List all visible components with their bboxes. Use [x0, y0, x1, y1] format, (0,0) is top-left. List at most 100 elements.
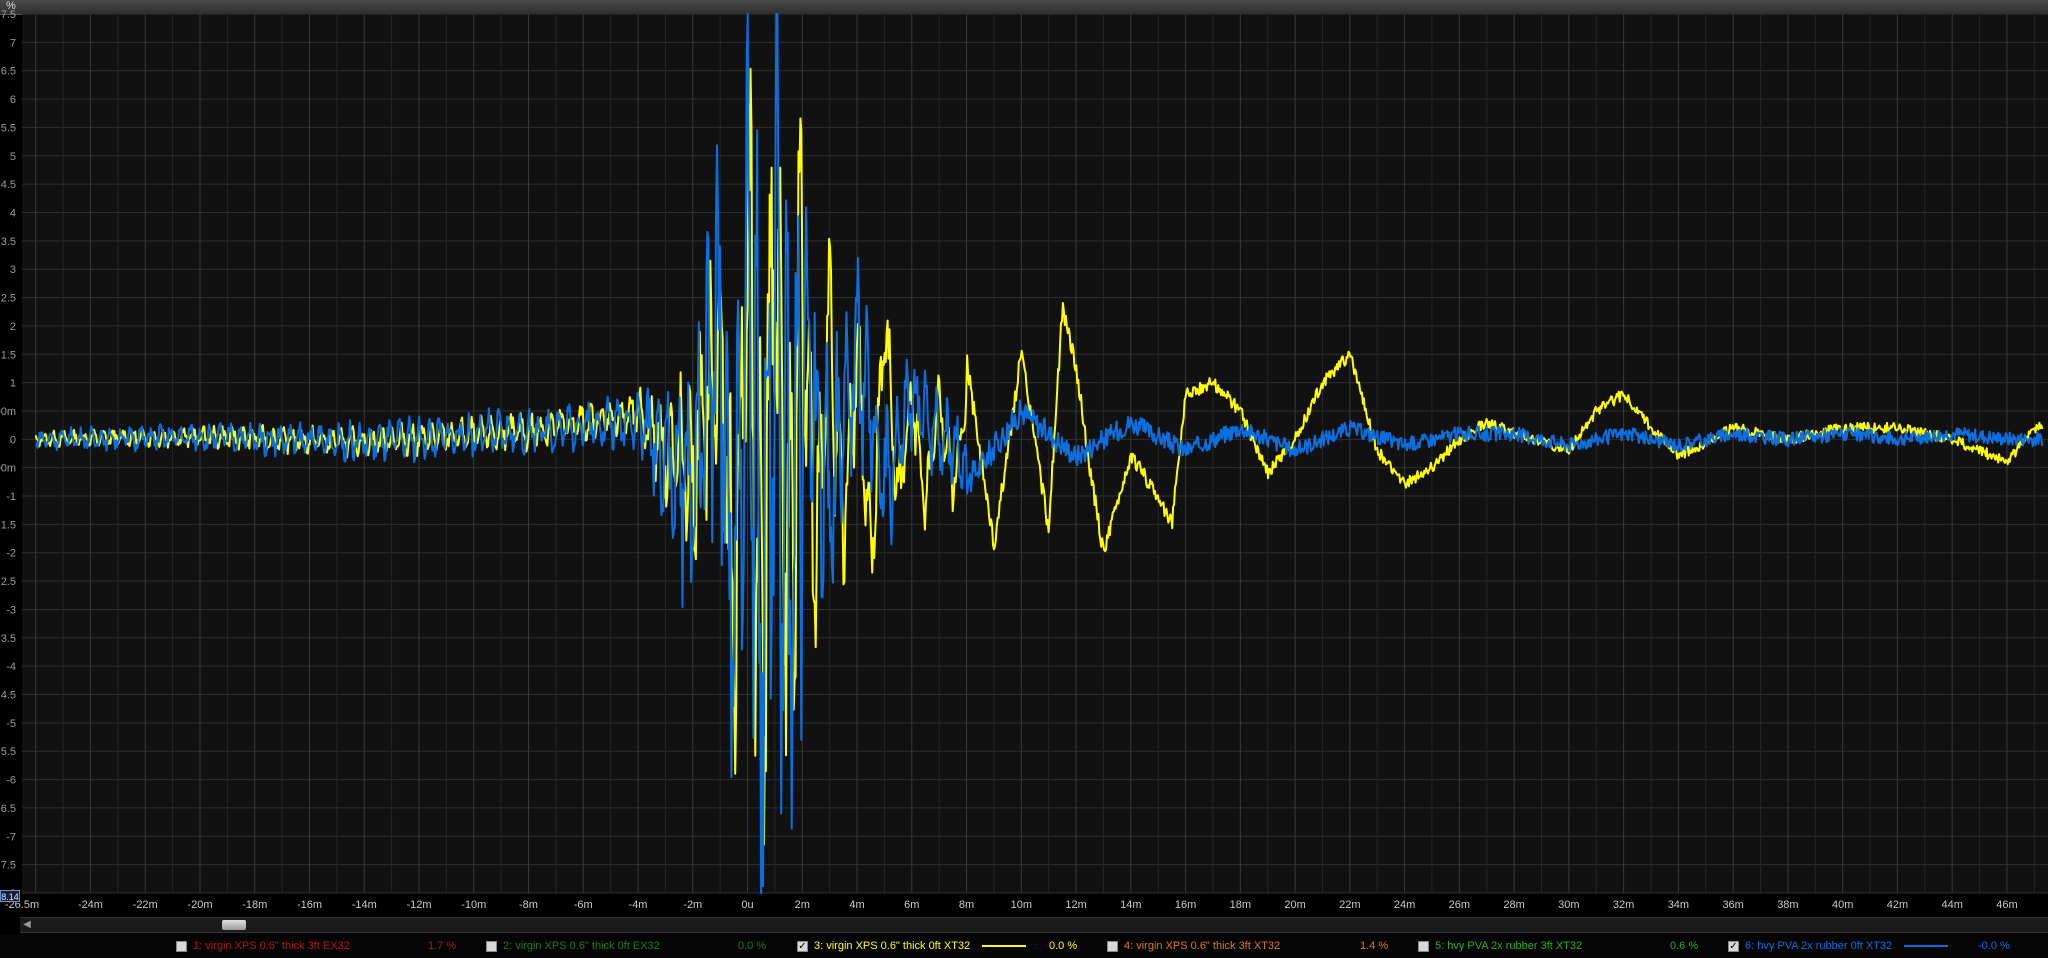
x-tick-label: -20m — [187, 899, 212, 911]
y-tick-label: 2 — [10, 321, 16, 333]
x-tick-label: -2m — [683, 899, 702, 911]
x-tick-label: 22m — [1339, 899, 1360, 911]
legend-checkbox-3[interactable]: ✓ — [797, 940, 808, 952]
y-tick-label: 4 — [10, 207, 16, 219]
legend-value-6: -0.0 % — [1978, 940, 2010, 952]
x-tick-label: 30m — [1558, 899, 1579, 911]
y-tick-label: 6 — [10, 94, 16, 106]
y-tick-label: -6.5 — [0, 803, 16, 815]
legend-label-6: 6: hvy PVA 2x rubber 0ft XT32 — [1745, 940, 1893, 952]
y-tick-label: -1.5 — [0, 519, 16, 531]
x-tick-label: -6m — [574, 899, 593, 911]
legend-checkbox-5[interactable] — [1418, 940, 1429, 952]
legend-label-1: 1: virgin XPS 0.6" thick 3ft EX32 — [193, 940, 350, 952]
scroll-left-arrow-icon[interactable]: ◀ — [20, 918, 34, 932]
impulse-chart[interactable]: 7.5 7 6.5 6 5.5 5 4.5 4 3.5 3 2.5 2 1.5 1 500m 0 -500m -1… — [0, 0, 2048, 916]
x-tick-label: 12m — [1065, 899, 1086, 911]
legend-swatch-6 — [1904, 945, 1949, 947]
legend-item-1[interactable]: 1: virgin XPS 0.6" thick 3ft EX32 — [176, 934, 350, 958]
x-tick-label: -12m — [406, 899, 431, 911]
legend-label-5: 5: hvy PVA 2x rubber 3ft XT32 — [1435, 940, 1583, 952]
legend-value-3: 0.0 % — [1049, 940, 1078, 952]
x-tick-label: 8m — [959, 899, 974, 911]
x-tick-label: 20m — [1284, 899, 1305, 911]
x-tick-label: -8m — [519, 899, 538, 911]
y-tick-label: -7.5 — [0, 860, 16, 872]
legend-value-1: 1.7 % — [428, 940, 457, 952]
x-tick-label: 42m — [1887, 899, 1908, 911]
y-tick-label: 5.5 — [1, 122, 16, 134]
y-tick-label: -5 — [6, 718, 16, 730]
x-tick-label: 34m — [1668, 899, 1689, 911]
x-tick-label: 40m — [1832, 899, 1853, 911]
legend-checkbox-4[interactable] — [1107, 940, 1118, 952]
y-tick-label: -6 — [6, 775, 16, 787]
legend-label-4: 4: virgin XPS 0.6" thick 3ft XT32 — [1124, 940, 1281, 952]
y-tick-label: -3 — [6, 604, 16, 616]
legend-value-4: 1.4 % — [1360, 940, 1389, 952]
x-axis-ticks: -26.5m -24m -22m -20m -18m -16m -14m -12m -10m -8… — [5, 899, 2018, 911]
x-tick-label: 10m — [1011, 899, 1032, 911]
plot-area[interactable] — [22, 14, 2048, 893]
y-tick-label: 7 — [10, 37, 16, 49]
y-tick-label: -7 — [6, 831, 16, 843]
y-tick-label: -2.5 — [0, 576, 16, 588]
x-tick-label: -16m — [297, 899, 322, 911]
legend-item-3[interactable]: ✓ 3: virgin XPS 0.6" thick 0ft XT32 — [797, 934, 1027, 958]
legend-item-6[interactable]: ✓ 6: hvy PVA 2x rubber 0ft XT32 — [1728, 934, 1949, 958]
x-tick-label: -22m — [133, 899, 158, 911]
y-tick-label: -4.5 — [0, 690, 16, 702]
y-tick-label: 500m — [0, 406, 16, 418]
x-tick-label: 44m — [1941, 899, 1962, 911]
y-tick-label: 0 — [10, 434, 16, 446]
x-tick-label: 16m — [1175, 899, 1196, 911]
y-tick-label: 5 — [10, 151, 16, 163]
y-tick-label: 3 — [10, 264, 16, 276]
x-tick-label: 2m — [795, 899, 810, 911]
x-tick-label: 46m — [1996, 899, 2017, 911]
legend-label-3: 3: virgin XPS 0.6" thick 0ft XT32 — [814, 940, 971, 952]
y-tick-label: -1 — [6, 491, 16, 503]
x-tick-label: -4m — [629, 899, 648, 911]
x-tick-label: -14m — [352, 899, 377, 911]
x-tick-label: 4m — [849, 899, 864, 911]
x-tick-label: -24m — [78, 899, 103, 911]
x-tick-label: 32m — [1613, 899, 1634, 911]
x-tick-label: 28m — [1503, 899, 1524, 911]
legend-swatch-3 — [982, 945, 1027, 947]
x-tick-label: 24m — [1394, 899, 1415, 911]
y-tick-label: 1.5 — [1, 349, 16, 361]
y-tick-label: -3.5 — [0, 633, 16, 645]
x-tick-label: -10m — [461, 899, 486, 911]
y-tick-label: 6.5 — [1, 66, 16, 78]
legend-item-2[interactable]: 2: virgin XPS 0.6" thick 0ft EX32 — [486, 934, 660, 958]
x-tick-label: 18m — [1230, 899, 1251, 911]
legend-value-5: 0.6 % — [1670, 940, 1699, 952]
x-tick-label: 6m — [904, 899, 919, 911]
x-tick-label: 26m — [1449, 899, 1470, 911]
legend-value-2: 0.0 % — [738, 940, 767, 952]
x-tick-label: 0u — [741, 899, 753, 911]
legend-checkbox-2[interactable] — [486, 940, 497, 952]
y-tick-label: 2.5 — [1, 293, 16, 305]
y-tick-label: 3.5 — [1, 236, 16, 248]
x-tick-label: -18m — [242, 899, 267, 911]
y-tick-label: 7.5 — [1, 9, 16, 21]
x-tick-label: 36m — [1722, 899, 1743, 911]
scroll-thumb[interactable] — [222, 920, 246, 930]
y-tick-label: 4.5 — [1, 179, 16, 191]
y-tick-label: -4 — [6, 661, 16, 673]
legend-label-2: 2: virgin XPS 0.6" thick 0ft EX32 — [503, 940, 660, 952]
legend-item-4[interactable]: 4: virgin XPS 0.6" thick 3ft XT32 — [1107, 934, 1280, 958]
y-tick-label: -2 — [6, 548, 16, 560]
legend-checkbox-1[interactable] — [176, 940, 187, 952]
y-tick-label: -5.5 — [0, 746, 16, 758]
x-tick-label: 38m — [1777, 899, 1798, 911]
legend-checkbox-6[interactable]: ✓ — [1728, 940, 1739, 952]
legend-item-5[interactable]: 5: hvy PVA 2x rubber 3ft XT32 — [1418, 934, 1582, 958]
legend: 1: virgin XPS 0.6" thick 3ft EX32 1.7 % … — [0, 934, 2048, 958]
horizontal-scrollbar[interactable]: ◀ — [20, 917, 2048, 933]
y-tick-label: 1 — [10, 378, 16, 390]
y-axis-ticks: 7.5 7 6.5 6 5.5 5 4.5 4 3.5 3 2.5 2 1.5 1 500m 0 -500m -1… — [0, 9, 16, 900]
x-tick-label: 14m — [1120, 899, 1141, 911]
